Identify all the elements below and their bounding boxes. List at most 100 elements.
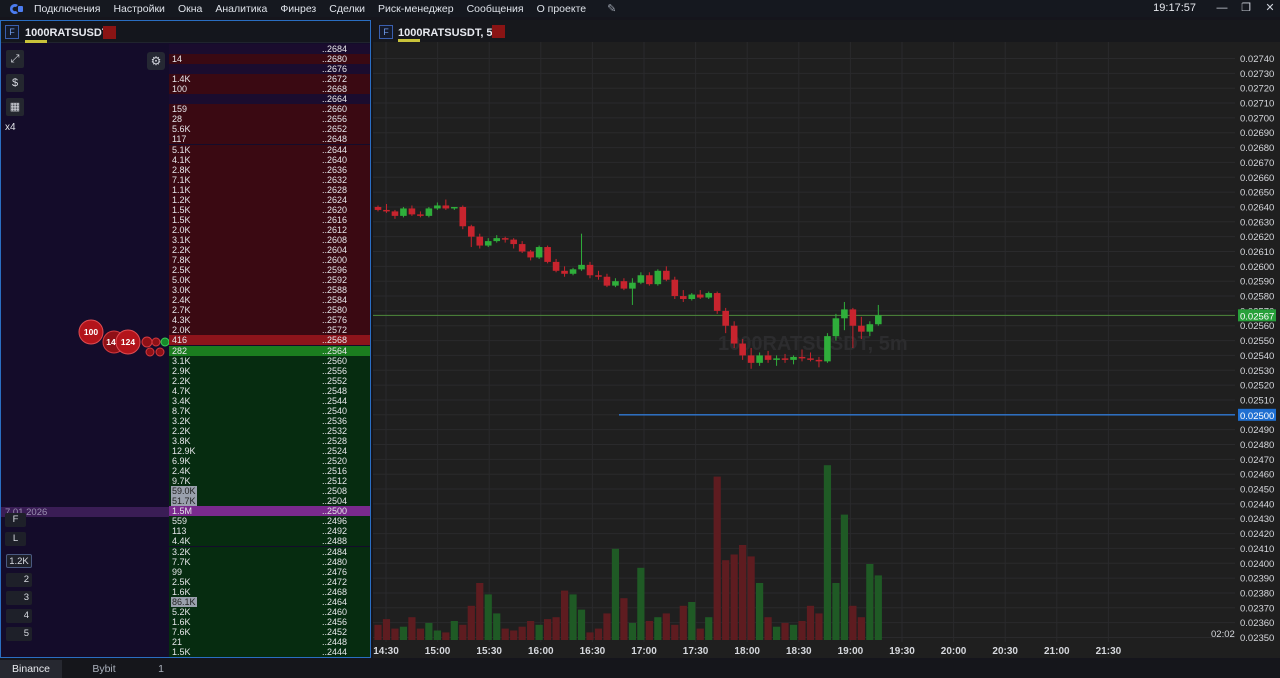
ladder-row[interactable]: 2.0K ..2612	[169, 224, 370, 235]
menu-finrez[interactable]: Финрез	[280, 3, 316, 15]
tab-1[interactable]: 1	[146, 660, 176, 678]
volume-bar	[637, 567, 645, 640]
menu-analytics[interactable]: Аналитика	[215, 3, 267, 15]
ladder-row[interactable]: 282 ..2564	[169, 345, 370, 356]
ladder-row[interactable]: 1.5K ..2620	[169, 204, 370, 215]
ladder-row[interactable]: 3.1K ..2560	[169, 355, 370, 366]
ladder-row[interactable]: 7.8K ..2600	[169, 255, 370, 266]
ladder-row[interactable]: 159 ..2660	[169, 104, 370, 115]
size-button-5[interactable]: 5	[6, 627, 32, 641]
ladder-row[interactable]: 4.1K ..2640	[169, 154, 370, 165]
ladder-row[interactable]: 3.0K ..2588	[169, 285, 370, 296]
size-button-2[interactable]: 2	[6, 573, 32, 587]
ladder-row[interactable]: 59.0K ..2508	[169, 486, 370, 497]
ladder-row[interactable]: 4.4K ..2488	[169, 536, 370, 547]
size-button-3[interactable]: 3	[6, 591, 32, 605]
ladder-row[interactable]: 14 ..2680	[169, 54, 370, 65]
ladder-row[interactable]: 2.0K ..2572	[169, 325, 370, 336]
ladder-row[interactable]: 2.4K ..2584	[169, 295, 370, 306]
ladder-row[interactable]: 2.5K ..2596	[169, 265, 370, 276]
ladder-row[interactable]: 5.2K ..2460	[169, 606, 370, 617]
x-tick-label: 20:30	[992, 646, 1018, 657]
y-tick-label: 0.02550	[1240, 336, 1274, 347]
ladder-row[interactable]: 2.8K ..2636	[169, 164, 370, 175]
ladder-row[interactable]: 113 ..2492	[169, 526, 370, 537]
ladder-row[interactable]: 5.0K ..2592	[169, 275, 370, 286]
ladder-row[interactable]: 21 ..2448	[169, 636, 370, 647]
ladder-row[interactable]: 7.7K ..2480	[169, 556, 370, 567]
tab-binance[interactable]: Binance	[0, 660, 62, 678]
tab-bybit[interactable]: Bybit	[70, 660, 138, 678]
ladder-row[interactable]: ..2684	[169, 44, 370, 54]
chart-canvas[interactable]: 14:30 15:00 15:30 16:00 16:30 17:00 17:30 18:00…	[373, 20, 1280, 658]
ladder-row[interactable]: 2.7K ..2580	[169, 305, 370, 316]
ladder-row[interactable]: 2.5K ..2472	[169, 576, 370, 587]
ladder-row[interactable]: 100 ..2668	[169, 84, 370, 95]
menu-settings[interactable]: Настройки	[113, 3, 165, 15]
ladder-price: ..2460	[321, 606, 347, 617]
ladder-row[interactable]: 3.8K ..2528	[169, 435, 370, 446]
chart-color-tag[interactable]	[492, 25, 505, 38]
ladder-row[interactable]: 3.2K ..2484	[169, 546, 370, 557]
menu-deals[interactable]: Сделки	[329, 3, 365, 15]
close-icon[interactable]: ✕	[1262, 1, 1278, 16]
ladder-row[interactable]: 5.1K ..2644	[169, 144, 370, 155]
ladder-row[interactable]: 99 ..2476	[169, 566, 370, 577]
ladder-row[interactable]: 86.1K ..2464	[169, 596, 370, 607]
ladder-row[interactable]: 1.4K ..2672	[169, 74, 370, 85]
ladder-row[interactable]: 2.9K ..2556	[169, 365, 370, 376]
y-tick-label: 0.02640	[1240, 202, 1274, 213]
ladder-row[interactable]: 2.2K ..2532	[169, 425, 370, 436]
ladder-row[interactable]: ..2676	[169, 64, 370, 75]
ladder-row[interactable]: 1.2K ..2624	[169, 194, 370, 205]
ladder-row[interactable]: 117 ..2648	[169, 134, 370, 145]
ladder-row[interactable]: 1.5K ..2444	[169, 647, 370, 657]
ladder-row[interactable]: 416 ..2568	[169, 335, 370, 346]
ladder-row[interactable]: 7.1K ..2632	[169, 174, 370, 185]
ladder-row[interactable]: 28 ..2656	[169, 114, 370, 125]
ladder-row[interactable]: 1.6K ..2456	[169, 616, 370, 627]
ladder-row[interactable]: 12.9K ..2524	[169, 446, 370, 456]
restore-icon[interactable]: ❐	[1238, 1, 1254, 16]
candle-body	[671, 279, 679, 297]
x-tick-label: 19:00	[838, 646, 864, 657]
ladder-row[interactable]: 4.7K ..2548	[169, 385, 370, 396]
chart-title[interactable]: 1000RATSUSDT, 5m	[398, 27, 502, 39]
y-tick-label: 0.02510	[1240, 395, 1274, 406]
candle-body	[518, 244, 526, 252]
side-button-l[interactable]: L	[5, 532, 26, 546]
ladder-row[interactable]: 9.7K ..2512	[169, 476, 370, 487]
menu-messages[interactable]: Сообщения	[467, 3, 524, 15]
ladder-row[interactable]: 559 ..2496	[169, 516, 370, 527]
ladder-row[interactable]: 3.1K ..2608	[169, 234, 370, 245]
ladder-row[interactable]: 2.4K ..2516	[169, 466, 370, 477]
ladder-volume: 1.2K	[172, 194, 191, 205]
x-tick-label: 21:30	[1096, 646, 1122, 657]
ladder-row[interactable]: 4.3K ..2576	[169, 315, 370, 326]
ladder-row[interactable]: 5.6K ..2652	[169, 124, 370, 135]
size-button-1[interactable]: 1.2K	[6, 554, 32, 568]
ladder-row[interactable]: 1.1K ..2628	[169, 184, 370, 195]
pin-icon[interactable]: ✎	[607, 2, 616, 15]
ladder-row[interactable]: 2.2K ..2604	[169, 245, 370, 255]
menu-risk-manager[interactable]: Риск-менеджер	[378, 3, 454, 15]
menu-windows[interactable]: Окна	[178, 3, 202, 15]
ladder-row[interactable]: 3.2K ..2536	[169, 415, 370, 426]
ladder-row[interactable]: 3.4K ..2544	[169, 395, 370, 406]
minimize-icon[interactable]: —	[1214, 1, 1230, 16]
ladder-row[interactable]: 6.9K ..2520	[169, 456, 370, 467]
ladder-row[interactable]: 1.5K ..2616	[169, 214, 370, 225]
ladder-row[interactable]: 7.6K ..2452	[169, 626, 370, 637]
ladder-row[interactable]: 51.7K ..2504	[169, 496, 370, 507]
menu-about[interactable]: О проекте	[537, 3, 587, 15]
ladder-row[interactable]: 1.6K ..2468	[169, 586, 370, 597]
ladder-row[interactable]: ..2664	[169, 94, 370, 105]
side-button-f[interactable]: F	[5, 513, 26, 527]
ladder-row[interactable]: 1.5M ..2500	[169, 506, 370, 517]
menu-connections[interactable]: Подключения	[34, 3, 100, 15]
price-ladder[interactable]: ..2684 14 ..2680 ..2676 1.4K ..2672 100 ..2668.…	[169, 44, 370, 658]
size-button-4[interactable]: 4	[6, 609, 32, 623]
ladder-row[interactable]: 2.2K ..2552	[169, 375, 370, 386]
ladder-row[interactable]: 8.7K ..2540	[169, 405, 370, 416]
y-tick-label: 0.02390	[1240, 574, 1274, 585]
